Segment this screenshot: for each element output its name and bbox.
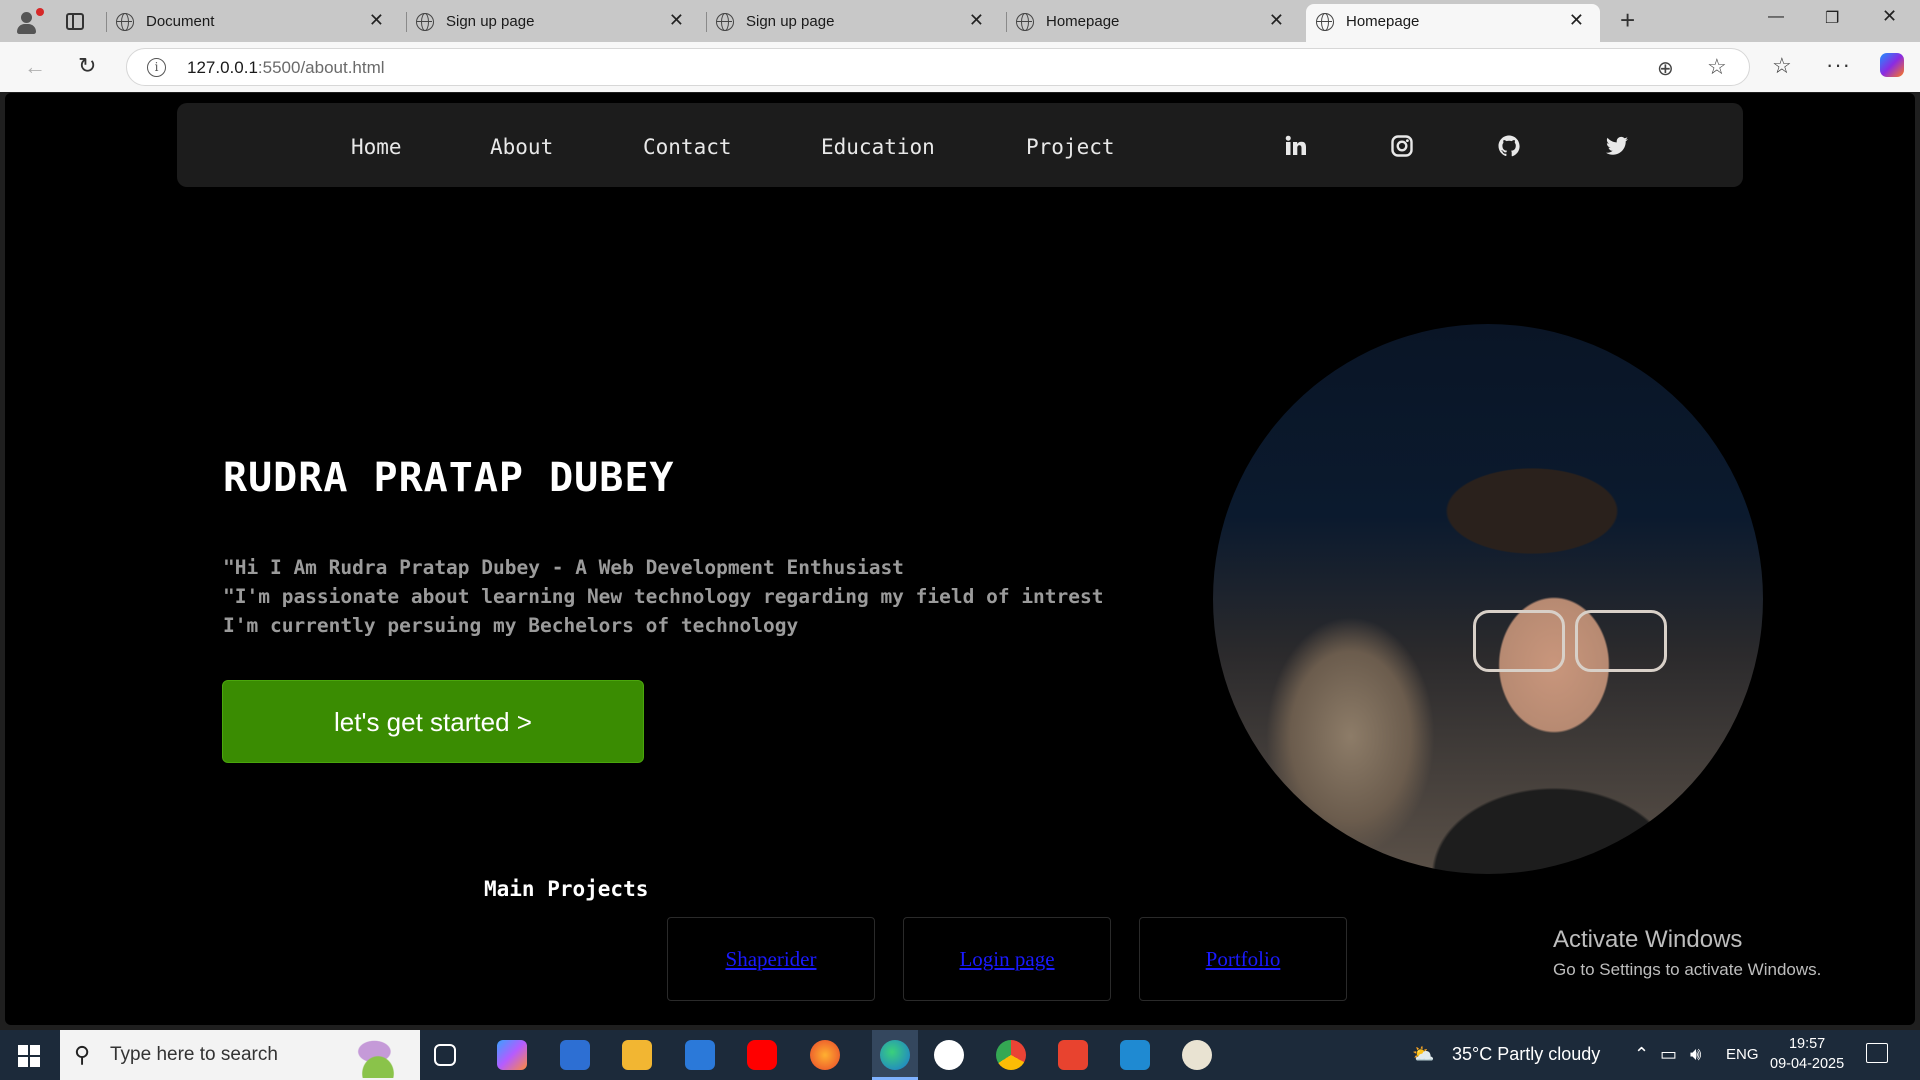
tab-title: Document [146, 13, 215, 30]
profile-photo [1213, 324, 1763, 874]
nav-education[interactable]: Education [821, 135, 935, 159]
file-explorer-icon[interactable] [622, 1040, 652, 1070]
copilot-icon[interactable] [1880, 53, 1904, 77]
tab-homepage-active[interactable]: Homepage ✕ [1306, 4, 1600, 42]
firefox-icon[interactable] [810, 1040, 840, 1070]
reload-icon[interactable]: ↻ [78, 53, 96, 79]
favorite-star-icon[interactable]: ☆ [1707, 54, 1727, 80]
url-text: 127.0.0.1:5500/about.html [187, 58, 385, 78]
new-tab-button[interactable]: + [1620, 6, 1635, 34]
nav-project[interactable]: Project [1026, 135, 1115, 159]
project-link-portfolio[interactable]: Portfolio [1206, 947, 1281, 971]
clock-date: 09-04-2025 [1770, 1056, 1845, 1072]
tab-strip: Document ✕ Sign up page ✕ Sign up page ✕… [0, 0, 1920, 42]
project-link-login-page[interactable]: Login page [959, 947, 1054, 971]
windows-start-icon[interactable] [18, 1045, 40, 1067]
github-icon[interactable] [1497, 134, 1521, 158]
instagram-icon[interactable] [1390, 134, 1414, 158]
show-hidden-icons[interactable]: ⌃ [1634, 1044, 1649, 1065]
site-info-icon[interactable]: i [147, 58, 166, 77]
close-tab-icon[interactable]: ✕ [669, 10, 684, 31]
site-navbar: Home About Contact Education Project [177, 103, 1743, 187]
hero-line: I'm currently persuing my Bechelors of t… [223, 614, 799, 637]
battery-icon[interactable]: ▭ [1660, 1044, 1677, 1065]
tab-title: Sign up page [446, 13, 535, 30]
url-path: :5500/about.html [257, 58, 385, 77]
close-tab-icon[interactable]: ✕ [1269, 10, 1284, 31]
search-highlight-icon [342, 1034, 414, 1078]
tab-homepage-1[interactable]: Homepage ✕ [1006, 4, 1300, 39]
taskbar: ⚲ Type here to search ⛅ 35°C Partly clou… [0, 1030, 1920, 1080]
project-card: Portfolio [1139, 917, 1347, 1001]
profile-icon[interactable] [12, 7, 44, 37]
activate-windows-watermark: Activate Windows Go to Settings to activ… [1553, 926, 1821, 980]
minimize-icon[interactable]: ― [1768, 8, 1784, 26]
close-tab-icon[interactable]: ✕ [969, 10, 984, 31]
tab-title: Sign up page [746, 13, 835, 30]
search-placeholder: Type here to search [110, 1044, 278, 1065]
mail-icon[interactable] [685, 1040, 715, 1070]
youtube-icon[interactable] [747, 1040, 777, 1070]
volume-icon[interactable]: 🔊︎ [1690, 1044, 1701, 1065]
globe-icon [716, 13, 734, 31]
task-view-icon[interactable] [434, 1044, 456, 1066]
nav-contact[interactable]: Contact [643, 135, 732, 159]
globe-icon [416, 13, 434, 31]
weather-text[interactable]: 35°C Partly cloudy [1452, 1044, 1600, 1065]
page-viewport: Home About Contact Education Project RUD… [5, 93, 1915, 1025]
chrome-icon[interactable] [996, 1040, 1026, 1070]
hero-line: "Hi I Am Rudra Pratap Dubey - A Web Deve… [223, 556, 904, 579]
tab-sign-up-page-2[interactable]: Sign up page ✕ [706, 4, 1000, 39]
search-icon: ⚲ [74, 1042, 91, 1067]
tab-actions-icon[interactable] [66, 13, 84, 30]
glasses-detail [1463, 610, 1673, 676]
edge-icon[interactable] [880, 1040, 910, 1070]
more-options-icon[interactable]: ··· [1826, 52, 1851, 78]
tab-title: Homepage [1346, 13, 1420, 30]
close-window-icon[interactable]: ✕ [1882, 6, 1897, 27]
globe-icon [1016, 13, 1034, 31]
favorites-icon[interactable]: ☆ [1772, 53, 1792, 79]
projects-heading: Main Projects [484, 877, 649, 901]
restore-icon[interactable]: ❐ [1825, 8, 1839, 28]
nav-about[interactable]: About [490, 135, 553, 159]
get-started-button[interactable]: let's get started > [222, 680, 644, 763]
close-tab-icon[interactable]: ✕ [1569, 10, 1584, 31]
paint-icon[interactable] [1182, 1040, 1212, 1070]
tab-title: Homepage [1046, 13, 1120, 30]
store-icon[interactable] [560, 1040, 590, 1070]
taskbar-search[interactable]: ⚲ Type here to search [60, 1030, 420, 1080]
linkedin-icon[interactable] [1284, 134, 1308, 158]
close-tab-icon[interactable]: ✕ [369, 10, 384, 31]
url-host: 127.0.0.1 [187, 58, 258, 77]
url-field[interactable]: i 127.0.0.1:5500/about.html ⊕ ☆ [126, 48, 1750, 86]
address-bar-row: ← ↻ i 127.0.0.1:5500/about.html ⊕ ☆ [0, 42, 1920, 92]
notification-icon[interactable] [1866, 1043, 1888, 1063]
clock-time: 19:57 [1788, 1036, 1826, 1052]
project-card: Shaperider [667, 917, 875, 1001]
nav-home[interactable]: Home [351, 135, 402, 159]
project-link-shaperider[interactable]: Shaperider [726, 947, 817, 971]
globe-icon [116, 13, 134, 31]
language-indicator[interactable]: ENG [1726, 1046, 1759, 1063]
vscode-icon[interactable] [1120, 1040, 1150, 1070]
hero-name: RUDRA PRATAP DUBEY [223, 455, 675, 501]
hero-line: "I'm passionate about learning New techn… [223, 585, 1104, 608]
github-desktop-icon[interactable] [934, 1040, 964, 1070]
twitter-icon[interactable] [1605, 134, 1629, 158]
watermark-title: Activate Windows [1553, 926, 1743, 953]
project-card: Login page [903, 917, 1111, 1001]
zoom-icon[interactable]: ⊕ [1657, 56, 1674, 81]
tab-document[interactable]: Document ✕ [106, 4, 400, 39]
globe-icon [1316, 13, 1334, 31]
back-arrow-icon[interactable]: ← [24, 54, 46, 80]
tab-sign-up-page-1[interactable]: Sign up page ✕ [406, 4, 700, 39]
clock[interactable]: 19:57 09-04-2025 [1770, 1034, 1844, 1074]
copilot-app-icon[interactable] [497, 1040, 527, 1070]
wps-office-icon[interactable] [1058, 1040, 1088, 1070]
hero-intro: "Hi I Am Rudra Pratap Dubey - A Web Deve… [223, 553, 1104, 640]
watermark-subtitle: Go to Settings to activate Windows. [1553, 960, 1822, 979]
weather-icon[interactable]: ⛅ [1412, 1044, 1434, 1065]
